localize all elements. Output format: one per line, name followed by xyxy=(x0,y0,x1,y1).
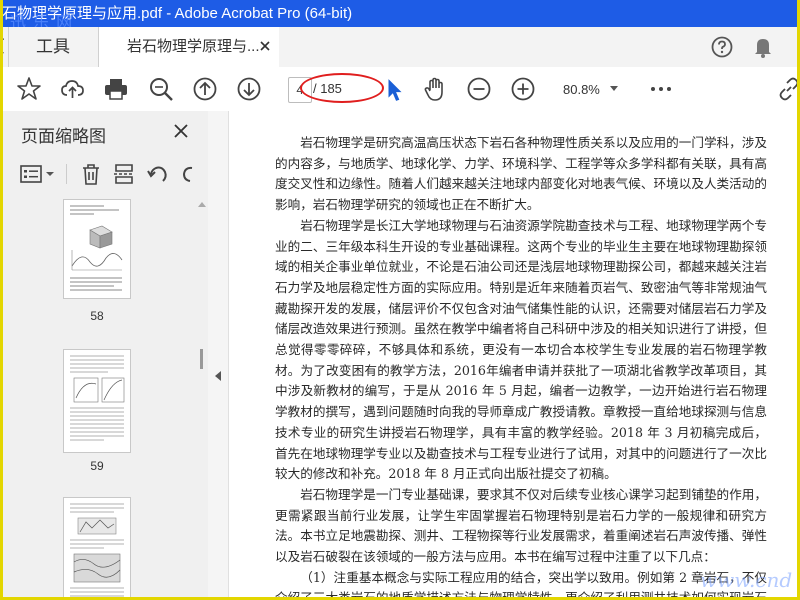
zoom-in-icon[interactable] xyxy=(510,76,536,102)
thumbnail-options-icon[interactable] xyxy=(20,162,56,186)
hand-tool-icon[interactable] xyxy=(422,76,448,102)
scroll-up-icon[interactable] xyxy=(198,202,206,207)
star-icon[interactable] xyxy=(16,76,42,102)
thumbnail-label: 59 xyxy=(90,459,104,473)
cloud-upload-icon[interactable] xyxy=(60,76,86,102)
thumbnail-label: 58 xyxy=(90,309,104,323)
collapse-panel-icon[interactable] xyxy=(215,371,221,381)
thumbnail-list: 58 59 xyxy=(0,199,196,600)
extract-page-icon[interactable] xyxy=(113,162,135,186)
print-icon[interactable] xyxy=(103,76,129,102)
rotate-left-icon[interactable] xyxy=(147,162,169,186)
document-paragraph: 岩石物理学是一门专业基础课，要求其不仅对后续专业核心课学习起到铺垫的作用，更需紧… xyxy=(275,486,767,565)
notification-bell-icon[interactable] xyxy=(753,35,773,59)
delete-page-icon[interactable] xyxy=(80,162,102,186)
link-icon[interactable] xyxy=(776,76,800,102)
rotate-right-icon[interactable] xyxy=(180,162,196,186)
help-icon[interactable] xyxy=(711,36,733,58)
zoom-search-icon[interactable] xyxy=(148,76,174,102)
zoom-out-icon[interactable] xyxy=(466,76,492,102)
next-page-icon[interactable] xyxy=(236,76,262,102)
page-thumbnail[interactable] xyxy=(63,497,131,600)
scrollbar-thumb[interactable] xyxy=(200,349,203,369)
thumbnail-scrollbar[interactable] xyxy=(196,199,208,600)
close-panel-icon[interactable] xyxy=(174,124,188,138)
watermark-bottom-right: www.cnd xyxy=(700,568,793,592)
tab-home-stub-label: 页 xyxy=(0,27,5,67)
zoom-level-value: 80.8% xyxy=(563,82,600,97)
page-thumbnails-panel: 页面缩略图 58 59 xyxy=(0,111,209,600)
page-thumbnail[interactable] xyxy=(63,199,131,299)
tab-document-label: 岩石物理学原理与... xyxy=(127,38,260,55)
prev-page-icon[interactable] xyxy=(192,76,218,102)
document-text: 岩石物理学是研究高温高压状态下岩石各种物理性质关系以及应用的一门学科，涉及的内容… xyxy=(275,133,767,600)
cursor-arrow-icon[interactable] xyxy=(382,77,408,103)
tab-tools[interactable]: 工具 xyxy=(8,27,99,67)
panel-title: 页面缩略图 xyxy=(21,127,106,146)
panel-splitter[interactable] xyxy=(208,111,229,600)
tab-bar: 页 工具 岩石物理学原理与... xyxy=(0,27,800,68)
page-thumbnail[interactable] xyxy=(63,349,131,453)
document-view[interactable]: 岩石物理学是研究高温高压状态下岩石各种物理性质关系以及应用的一门学科，涉及的内容… xyxy=(229,111,800,600)
thumbnail-tools xyxy=(0,156,208,194)
tab-tools-label: 工具 xyxy=(36,37,70,56)
chevron-down-icon[interactable] xyxy=(610,86,618,91)
window-title-bar: 石物理学原理与应用.pdf - Adobe Acrobat Pro (64-bi… xyxy=(0,0,800,27)
main-toolbar: 4 / 185 80.8% xyxy=(0,67,800,112)
document-paragraph: 岩石物理学是研究高温高压状态下岩石各种物理性质关系以及应用的一门学科，涉及的内容… xyxy=(275,135,767,213)
close-tab-icon[interactable] xyxy=(258,39,272,53)
highlight-annotation-oval xyxy=(300,73,384,103)
document-paragraph: 岩石物理学是长江大学地球物理与石油资源学院勘查技术与工程、地球物理学两个专业的二… xyxy=(275,217,767,482)
more-options-icon[interactable] xyxy=(648,76,674,102)
document-paragraph: （1）注重基本概念与实际工程应用的结合，突出学以致用。例如第 2 章岩石，不仅介… xyxy=(275,569,767,600)
tab-document[interactable]: 岩石物理学原理与... xyxy=(99,27,279,68)
